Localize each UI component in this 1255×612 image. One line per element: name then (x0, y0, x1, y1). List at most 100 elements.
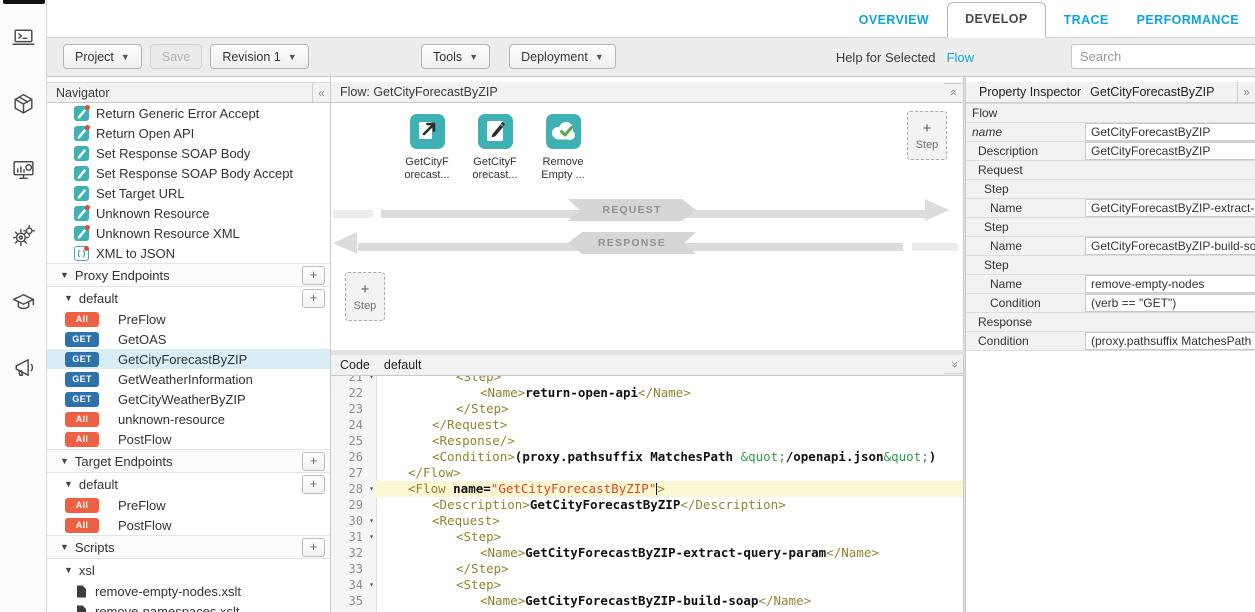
save-button[interactable]: Save (150, 44, 203, 69)
line-number[interactable]: 31▾ (331, 529, 376, 545)
nav-policy-return-open-api[interactable]: Return Open API (47, 123, 330, 143)
code-editor[interactable]: 21▾<Step>22<Name>return-open-api</Name>2… (331, 376, 963, 612)
property-value-field[interactable]: GetCityForecastByZIP-build-soap (1085, 237, 1255, 255)
line-number[interactable]: 34▾ (331, 577, 376, 593)
line-number[interactable]: 28▾ (331, 481, 376, 497)
tools-menu-button[interactable]: Tools▼ (421, 44, 490, 69)
megaphone-icon[interactable] (10, 354, 37, 381)
property-value-field[interactable]: remove-empty-nodes (1085, 275, 1255, 293)
nav-policy-set-response-soap-body[interactable]: Set Response SOAP Body (47, 143, 330, 163)
add-default-button[interactable]: + (302, 289, 325, 308)
nav-group-default[interactable]: ▼default+ (47, 473, 330, 495)
code-line-content[interactable]: <Step> (376, 577, 963, 593)
gears-icon[interactable] (10, 222, 37, 249)
nav-policy-set-target-url[interactable]: Set Target URL (47, 183, 330, 203)
line-number[interactable]: 30▾ (331, 513, 376, 529)
line-number[interactable]: 25 (331, 433, 376, 449)
code-line-content[interactable]: </Step> (376, 561, 963, 577)
code-line-content[interactable]: <Step> (376, 529, 963, 545)
add-scripts-button[interactable]: + (302, 538, 325, 557)
nav-flow-getcityweatherbyzip[interactable]: GETGetCityWeatherByZIP (47, 389, 330, 409)
code-line-content[interactable]: <Condition>(proxy.pathsuffix MatchesPath… (376, 449, 963, 465)
property-value-field[interactable]: GetCityForecastByZIP-extract-query-param (1085, 199, 1255, 217)
add-step-button-request[interactable]: + Step (907, 111, 947, 160)
line-number[interactable]: 32 (331, 545, 376, 561)
line-number[interactable]: 35 (331, 593, 376, 609)
tab-trace[interactable]: TRACE (1050, 3, 1123, 38)
code-line-content[interactable]: <Name>return-open-api</Name> (376, 385, 963, 401)
code-line-content[interactable]: <Name>GetCityForecastByZIP-extract-query… (376, 545, 963, 561)
line-number[interactable]: 29 (331, 497, 376, 513)
property-value-field[interactable]: GetCityForecastByZIP (1085, 123, 1255, 141)
nav-flow-unknown-resource[interactable]: Allunknown-resource (47, 409, 330, 429)
line-number[interactable]: 23 (331, 401, 376, 417)
line-number[interactable]: 33 (331, 561, 376, 577)
nav-flow-getoas[interactable]: GETGetOAS (47, 329, 330, 349)
deployment-menu-button[interactable]: Deployment▼ (509, 44, 616, 69)
property-value-field[interactable]: (verb == "GET") (1085, 294, 1255, 312)
nav-flow-postflow[interactable]: AllPostFlow (47, 515, 330, 535)
analytics-icon[interactable] (10, 156, 37, 183)
nav-flow-getcityforecastbyzip[interactable]: GETGetCityForecastByZIP (47, 349, 330, 369)
collapse-code-panel-icon[interactable]: « (944, 356, 964, 374)
tab-performance[interactable]: PERFORMANCE (1123, 3, 1253, 38)
nav-flow-preflow[interactable]: AllPreFlow (47, 309, 330, 329)
code-line-content[interactable]: </Request> (376, 417, 963, 433)
collapse-flow-panel-icon[interactable]: « (944, 83, 964, 101)
search-input[interactable] (1071, 44, 1255, 69)
line-number[interactable]: 24 (331, 417, 376, 433)
nav-policy-xml-to-json[interactable]: ( )XML to JSON (47, 243, 330, 263)
line-number[interactable]: 21▾ (331, 376, 376, 385)
add-proxy-endpoints-button[interactable]: + (302, 266, 325, 285)
terminal-icon[interactable] (10, 24, 37, 51)
fold-arrow-icon[interactable]: ▾ (369, 481, 374, 497)
nav-section-scripts[interactable]: ▼Scripts+ (47, 535, 330, 559)
nav-flow-postflow[interactable]: AllPostFlow (47, 429, 330, 449)
project-menu-button[interactable]: Project▼ (63, 44, 142, 69)
nav-file-remove-namespaces-xslt[interactable]: remove-namespaces.xslt (47, 601, 330, 612)
code-line-content[interactable]: <Response/> (376, 433, 963, 449)
fold-arrow-icon[interactable]: ▾ (369, 376, 374, 385)
tab-develop[interactable]: DEVELOP (947, 2, 1046, 38)
nav-section-target-endpoints[interactable]: ▼Target Endpoints+ (47, 449, 330, 473)
line-number[interactable]: 26 (331, 449, 376, 465)
fold-arrow-icon[interactable]: ▾ (369, 577, 374, 593)
nav-flow-getweatherinformation[interactable]: GETGetWeatherInformation (47, 369, 330, 389)
fold-arrow-icon[interactable]: ▾ (369, 513, 374, 529)
code-line-content[interactable]: <Step> (376, 376, 963, 385)
flow-step-remove-empty[interactable]: RemoveEmpty ... (535, 114, 591, 182)
add-step-button-response[interactable]: + Step (345, 272, 385, 321)
property-value-field[interactable]: GetCityForecastByZIP (1085, 142, 1255, 160)
file-icon (76, 585, 87, 598)
property-value-field[interactable]: (proxy.pathsuffix MatchesPath "/c (1085, 332, 1255, 350)
nav-policy-return-generic-error-accept[interactable]: Return Generic Error Accept (47, 103, 330, 123)
nav-policy-unknown-resource-xml[interactable]: Unknown Resource XML (47, 223, 330, 243)
code-line-content[interactable]: <Request> (376, 513, 963, 529)
code-line-content[interactable]: </Flow> (376, 465, 963, 481)
fold-arrow-icon[interactable]: ▾ (369, 529, 374, 545)
nav-file-remove-empty-nodes-xslt[interactable]: remove-empty-nodes.xslt (47, 581, 330, 601)
graduation-cap-icon[interactable] (10, 288, 37, 315)
package-icon[interactable] (10, 90, 37, 117)
nav-flow-preflow[interactable]: AllPreFlow (47, 495, 330, 515)
nav-policy-set-response-soap-body-accept[interactable]: Set Response SOAP Body Accept (47, 163, 330, 183)
add-default-button[interactable]: + (302, 475, 325, 494)
line-number[interactable]: 27 (331, 465, 376, 481)
nav-group-xsl[interactable]: ▼xsl (47, 559, 330, 581)
tab-overview[interactable]: OVERVIEW (845, 3, 943, 38)
collapse-navigator-icon[interactable]: « (312, 83, 330, 102)
help-flow-link[interactable]: Flow (947, 50, 974, 65)
code-line-content[interactable]: <Name>GetCityForecastByZIP-build-soap</N… (376, 593, 963, 609)
line-number[interactable]: 22 (331, 385, 376, 401)
nav-section-proxy-endpoints[interactable]: ▼Proxy Endpoints+ (47, 263, 330, 287)
nav-group-default[interactable]: ▼default+ (47, 287, 330, 309)
flow-step-getcityf-orecast[interactable]: GetCityForecast... (399, 114, 455, 182)
collapse-inspector-icon[interactable]: » (1237, 82, 1255, 102)
revision-menu-button[interactable]: Revision 1▼ (210, 44, 308, 69)
code-line-content[interactable]: </Step> (376, 401, 963, 417)
code-line-content[interactable]: <Description>GetCityForecastByZIP</Descr… (376, 497, 963, 513)
code-line-content[interactable]: <Flow name="GetCityForecastByZIP"> (376, 481, 963, 497)
nav-policy-unknown-resource[interactable]: Unknown Resource (47, 203, 330, 223)
flow-step-getcityf-orecast[interactable]: GetCityForecast... (467, 114, 523, 182)
add-target-endpoints-button[interactable]: + (302, 452, 325, 471)
